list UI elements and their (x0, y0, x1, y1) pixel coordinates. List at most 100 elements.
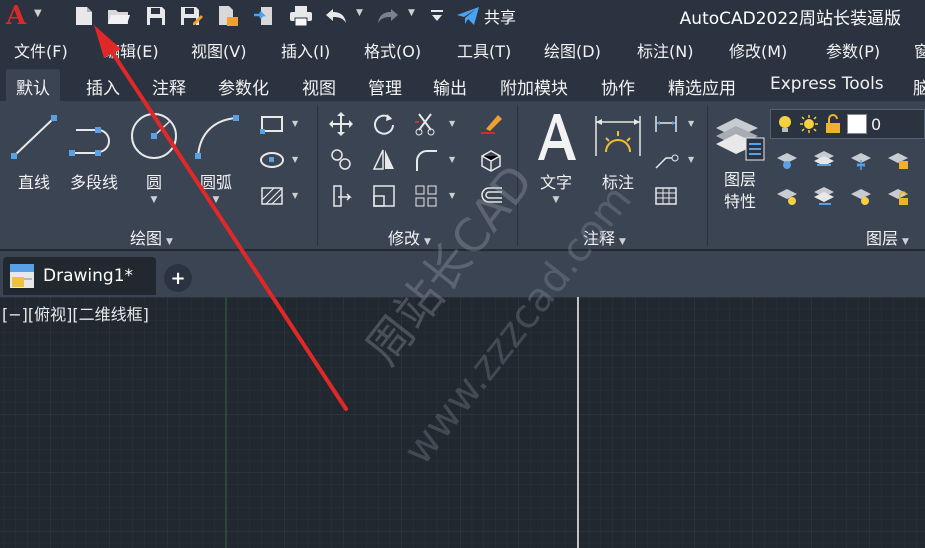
ribbon-tab-bar: 默认 插入 注释 参数化 视图 管理 输出 附加模块 协作 精选应用 Expre… (0, 66, 925, 101)
text-a-icon (528, 105, 584, 167)
ellipse-dropdown-caret-icon[interactable]: ▼ (292, 155, 302, 167)
tab-addins[interactable]: 附加模块 (500, 69, 568, 101)
leader-caret-icon[interactable]: ▼ (688, 155, 698, 167)
annotation-panel-label[interactable]: 注释 ▼ (583, 225, 626, 249)
menu-draw[interactable]: 绘图(D) (544, 38, 601, 62)
line-tool[interactable]: 直线 (6, 105, 62, 193)
circle-dropdown-caret-icon[interactable]: ▼ (151, 195, 158, 205)
layer-properties-tool[interactable]: 图层 特性 (712, 105, 768, 213)
tab-parametric[interactable]: 参数化 (218, 69, 269, 101)
menu-file[interactable]: 文件(F) (14, 38, 68, 62)
dwg-file-icon (9, 263, 35, 289)
layers-panel-label[interactable]: 图层 ▼ (866, 225, 909, 249)
tab-annotate[interactable]: 注释 (152, 69, 186, 101)
ribbon-panel: 直线 多段线 圆 ▼ 圆弧 ▼ ▼ ▼ ▼ 绘图 ▼ ▼ ▼ ▼ 修改 ▼ 文字… (0, 101, 925, 250)
dimension-tool[interactable]: 标注 (590, 105, 646, 193)
autocad-logo-icon[interactable]: A (6, 2, 32, 30)
customize-toolbar-icon[interactable] (428, 5, 446, 27)
undo-dropdown-caret-icon[interactable]: ▼ (356, 8, 366, 22)
new-tab-plus-icon[interactable]: + (164, 264, 192, 292)
menu-dimension[interactable]: 标注(N) (637, 38, 693, 62)
hatch-dropdown-caret-icon[interactable]: ▼ (292, 191, 302, 203)
stretch-icon[interactable] (325, 181, 357, 211)
current-layer-dropdown[interactable]: 0 (770, 109, 925, 139)
scale-icon[interactable] (368, 181, 400, 211)
polyline-tool[interactable]: 多段线 (66, 105, 122, 193)
tab-home[interactable]: 默认 (6, 69, 60, 101)
undo-icon[interactable] (324, 5, 348, 27)
offset-icon[interactable] (475, 181, 507, 211)
menu-edit[interactable]: 编辑(E) (104, 38, 159, 62)
layer-change-icon[interactable] (808, 181, 840, 211)
open-folder-icon[interactable] (107, 5, 131, 27)
drawing-canvas[interactable]: [−][俯视][二维线框] (0, 297, 925, 548)
save-icon[interactable] (144, 5, 168, 27)
share-button[interactable]: 共享 (456, 5, 516, 27)
arc-dropdown-caret-icon[interactable]: ▼ (213, 195, 220, 205)
document-tab-drawing1[interactable]: Drawing1* (3, 257, 156, 295)
redo-icon[interactable] (376, 5, 400, 27)
array-icon[interactable] (410, 181, 442, 211)
panel-divider (707, 105, 708, 246)
new-file-icon[interactable] (72, 5, 96, 27)
layers-panel-expand-icon: ▼ (902, 237, 909, 247)
tab-view[interactable]: 视图 (302, 69, 336, 101)
menu-view[interactable]: 视图(V) (191, 38, 246, 62)
tab-express-tools[interactable]: Express Tools (770, 69, 884, 101)
layer-isolate-icon[interactable] (771, 145, 803, 175)
tab-output[interactable]: 输出 (433, 69, 467, 101)
arc-tool[interactable]: 圆弧 ▼ (188, 105, 244, 205)
rotate-icon[interactable] (368, 109, 400, 139)
polyline-tool-label: 多段线 (69, 173, 118, 192)
trim-dropdown-caret-icon[interactable]: ▼ (449, 119, 459, 131)
tab-collaborate[interactable]: 协作 (601, 69, 635, 101)
layer-on-icon[interactable] (771, 181, 803, 211)
fillet-dropdown-caret-icon[interactable]: ▼ (449, 155, 459, 167)
polyline-icon (66, 105, 122, 167)
layer-thaw-icon[interactable] (845, 181, 877, 211)
leader-icon[interactable] (650, 145, 682, 175)
mirror-icon[interactable] (368, 145, 400, 175)
text-dropdown-caret-icon[interactable]: ▼ (553, 195, 560, 205)
app-menu-caret-icon[interactable]: ▼ (34, 8, 46, 20)
publish-icon[interactable] (252, 5, 276, 27)
menu-modify[interactable]: 修改(M) (729, 38, 787, 62)
draw-panel-expand-icon: ▼ (166, 237, 173, 247)
open-from-web-icon[interactable] (216, 5, 240, 27)
3d-box-icon[interactable] (475, 145, 507, 175)
rectangle-icon[interactable] (256, 109, 288, 139)
draw-panel-label[interactable]: 绘图 ▼ (130, 225, 173, 249)
redo-dropdown-caret-icon[interactable]: ▼ (408, 8, 418, 22)
viewport-controls[interactable]: [−][俯视][二维线框] (2, 301, 149, 325)
erase-icon[interactable] (475, 109, 507, 139)
tab-manage[interactable]: 管理 (368, 69, 402, 101)
menu-format[interactable]: 格式(O) (364, 38, 421, 62)
linear-dimension-icon[interactable] (650, 109, 682, 139)
trim-icon[interactable] (410, 109, 442, 139)
table-icon[interactable] (650, 181, 682, 211)
menu-parametric[interactable]: 参数(P) (826, 38, 880, 62)
circle-tool[interactable]: 圆 ▼ (126, 105, 182, 205)
menu-tools[interactable]: 工具(T) (457, 38, 511, 62)
tab-more[interactable]: 脑 (913, 69, 925, 101)
print-icon[interactable] (289, 5, 313, 27)
menu-insert[interactable]: 插入(I) (281, 38, 330, 62)
fillet-icon[interactable] (410, 145, 442, 175)
text-tool[interactable]: 文字 ▼ (528, 105, 584, 205)
layer-unlock-icon[interactable] (882, 181, 914, 211)
ellipse-icon[interactable] (256, 145, 288, 175)
layer-freeze-icon[interactable] (845, 145, 877, 175)
tab-featured-apps[interactable]: 精选应用 (668, 69, 736, 101)
copy-icon[interactable] (325, 145, 357, 175)
linear-dimension-caret-icon[interactable]: ▼ (688, 119, 698, 131)
hatch-icon[interactable] (256, 181, 288, 211)
layer-match-icon[interactable] (808, 145, 840, 175)
tab-insert[interactable]: 插入 (86, 69, 120, 101)
menu-window[interactable]: 窗 (914, 38, 925, 62)
rectangle-dropdown-caret-icon[interactable]: ▼ (292, 119, 302, 131)
array-dropdown-caret-icon[interactable]: ▼ (449, 191, 459, 203)
layer-lock-icon[interactable] (882, 145, 914, 175)
modify-panel-label[interactable]: 修改 ▼ (388, 225, 431, 249)
save-as-icon[interactable] (179, 5, 203, 27)
move-icon[interactable] (325, 109, 357, 139)
